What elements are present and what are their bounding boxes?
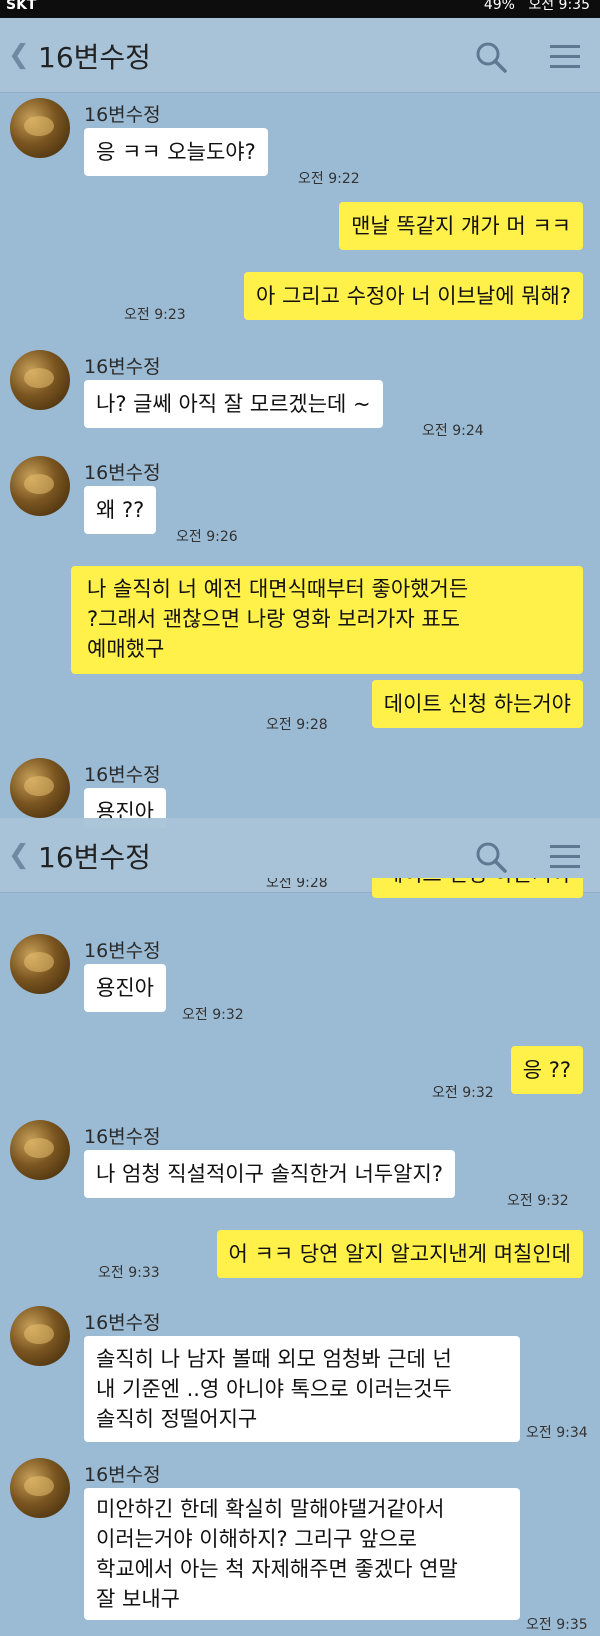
message-line: 솔직히 나 남자 볼때 외모 엄청봐 근데 넌 bbox=[96, 1347, 452, 1371]
avatar[interactable] bbox=[10, 758, 70, 818]
message-bubble[interactable]: 나? 글쎄 아직 잘 모르겠는데 ~ bbox=[84, 380, 383, 428]
back-icon[interactable]: ❮ bbox=[8, 840, 30, 870]
message-bubble[interactable]: 맨날 똑같지 걔가 머 ㅋㅋ bbox=[339, 202, 583, 250]
avatar[interactable] bbox=[10, 934, 70, 994]
message-line: 이러는거야 이해하지? 그리구 앞으로 bbox=[96, 1527, 417, 1551]
hamburger-menu-icon[interactable] bbox=[548, 840, 582, 874]
message-bubble[interactable]: 응 ?? bbox=[510, 1046, 583, 1094]
message-line: 미안하긴 한데 확실히 말해야댈거같아서 bbox=[96, 1497, 445, 1521]
avatar[interactable] bbox=[10, 1458, 70, 1518]
message-line: ?그래서 괜찮으면 나랑 영화 보러가자 표도 bbox=[87, 607, 460, 631]
status-clock: 오전 9:35 bbox=[528, 0, 590, 13]
chat-log-top: 16변수정 응 ㅋㅋ 오늘도야? 오전 9:22 맨날 똑같지 걔가 머 ㅋㅋ … bbox=[0, 92, 600, 828]
message-bubble[interactable]: 미안하긴 한데 확실히 말해야댈거같아서 이러는거야 이해하지? 그리구 앞으로… bbox=[84, 1488, 520, 1620]
message-bubble[interactable]: 데이트 신청 하는거야 bbox=[371, 680, 583, 728]
message-bubble[interactable]: 어 ㅋㅋ 당연 알지 알고지낸게 며칠인데 bbox=[216, 1230, 583, 1278]
message-time: 오전 9:32 bbox=[182, 1007, 244, 1023]
message-line: 내 기준엔 ..영 아니야 톡으로 이러는것두 bbox=[96, 1377, 452, 1401]
sender-name: 16변수정 bbox=[84, 1312, 161, 1334]
sender-name: 16변수정 bbox=[84, 356, 161, 378]
message-bubble[interactable]: 솔직히 나 남자 볼때 외모 엄청봐 근데 넌 내 기준엔 ..영 아니야 톡으… bbox=[84, 1336, 520, 1442]
carrier-label: SKT bbox=[6, 0, 37, 13]
message-line: 솔직히 정떨어지구 bbox=[96, 1407, 258, 1431]
sender-name: 16변수정 bbox=[84, 1464, 161, 1486]
status-bar: SKT 49% 오전 9:35 bbox=[0, 0, 600, 18]
message-time: 오전 9:35 bbox=[526, 1617, 588, 1633]
message-bubble[interactable]: 왜 ?? bbox=[84, 486, 157, 534]
message-time: 오전 9:26 bbox=[176, 529, 238, 545]
avatar[interactable] bbox=[10, 98, 70, 158]
message-time: 오전 9:32 bbox=[507, 1193, 569, 1209]
sender-name: 16변수정 bbox=[84, 940, 161, 962]
back-icon[interactable]: ❮ bbox=[8, 40, 30, 70]
message-bubble[interactable]: 데이트 신청 하는거야 bbox=[371, 878, 583, 898]
sender-name: 16변수정 bbox=[84, 462, 161, 484]
message-line: 잘 보내구 bbox=[96, 1587, 180, 1611]
message-time: 오전 9:24 bbox=[422, 423, 484, 439]
chat-title: 16변수정 bbox=[38, 841, 151, 874]
battery-level: 49% bbox=[483, 0, 515, 13]
search-icon[interactable] bbox=[474, 840, 508, 874]
message-time: 오전 9:23 bbox=[124, 307, 186, 323]
message-bubble[interactable]: 나 엄청 직설적이구 솔직한거 너두알지? bbox=[84, 1150, 455, 1198]
message-line: 학교에서 아는 척 자제해주면 좋겠다 연말 bbox=[96, 1557, 458, 1581]
avatar[interactable] bbox=[10, 350, 70, 410]
avatar[interactable] bbox=[10, 1306, 70, 1366]
status-right: 49% 오전 9:35 bbox=[484, 0, 590, 12]
message-bubble[interactable]: 응 ㅋㅋ 오늘도야? bbox=[84, 128, 268, 176]
chat-log-bottom: 데이트 신청 하는거야 오전 9:28 16변수정 용진아 오전 9:32 오전… bbox=[0, 878, 600, 1636]
message-time: 오전 9:34 bbox=[526, 1425, 588, 1441]
message-line: 예매했구 bbox=[87, 637, 165, 661]
message-line: 나 솔직히 너 예전 대면식때부터 좋아했거든 bbox=[87, 577, 469, 601]
sender-name: 16변수정 bbox=[84, 1126, 161, 1148]
sender-name: 16변수정 bbox=[84, 104, 161, 126]
message-time: 오전 9:28 bbox=[266, 878, 328, 891]
message-bubble[interactable]: 아 그리고 수정아 너 이브날에 뭐해? bbox=[243, 272, 583, 320]
avatar[interactable] bbox=[10, 1120, 70, 1180]
message-time: 오전 9:32 bbox=[432, 1085, 494, 1101]
sender-name: 16변수정 bbox=[84, 764, 161, 786]
chat-header: ❮ 16변수정 bbox=[0, 18, 600, 93]
message-time: 오전 9:22 bbox=[298, 171, 360, 187]
message-time: 오전 9:33 bbox=[98, 1265, 160, 1281]
chat-title: 16변수정 bbox=[38, 41, 151, 74]
message-time: 오전 9:28 bbox=[266, 717, 328, 733]
avatar[interactable] bbox=[10, 456, 70, 516]
message-bubble[interactable]: 나 솔직히 너 예전 대면식때부터 좋아했거든 ?그래서 괜찮으면 나랑 영화 … bbox=[71, 566, 583, 674]
message-bubble[interactable]: 용진아 bbox=[84, 964, 166, 1012]
search-icon[interactable] bbox=[474, 40, 508, 74]
hamburger-menu-icon[interactable] bbox=[548, 40, 582, 74]
